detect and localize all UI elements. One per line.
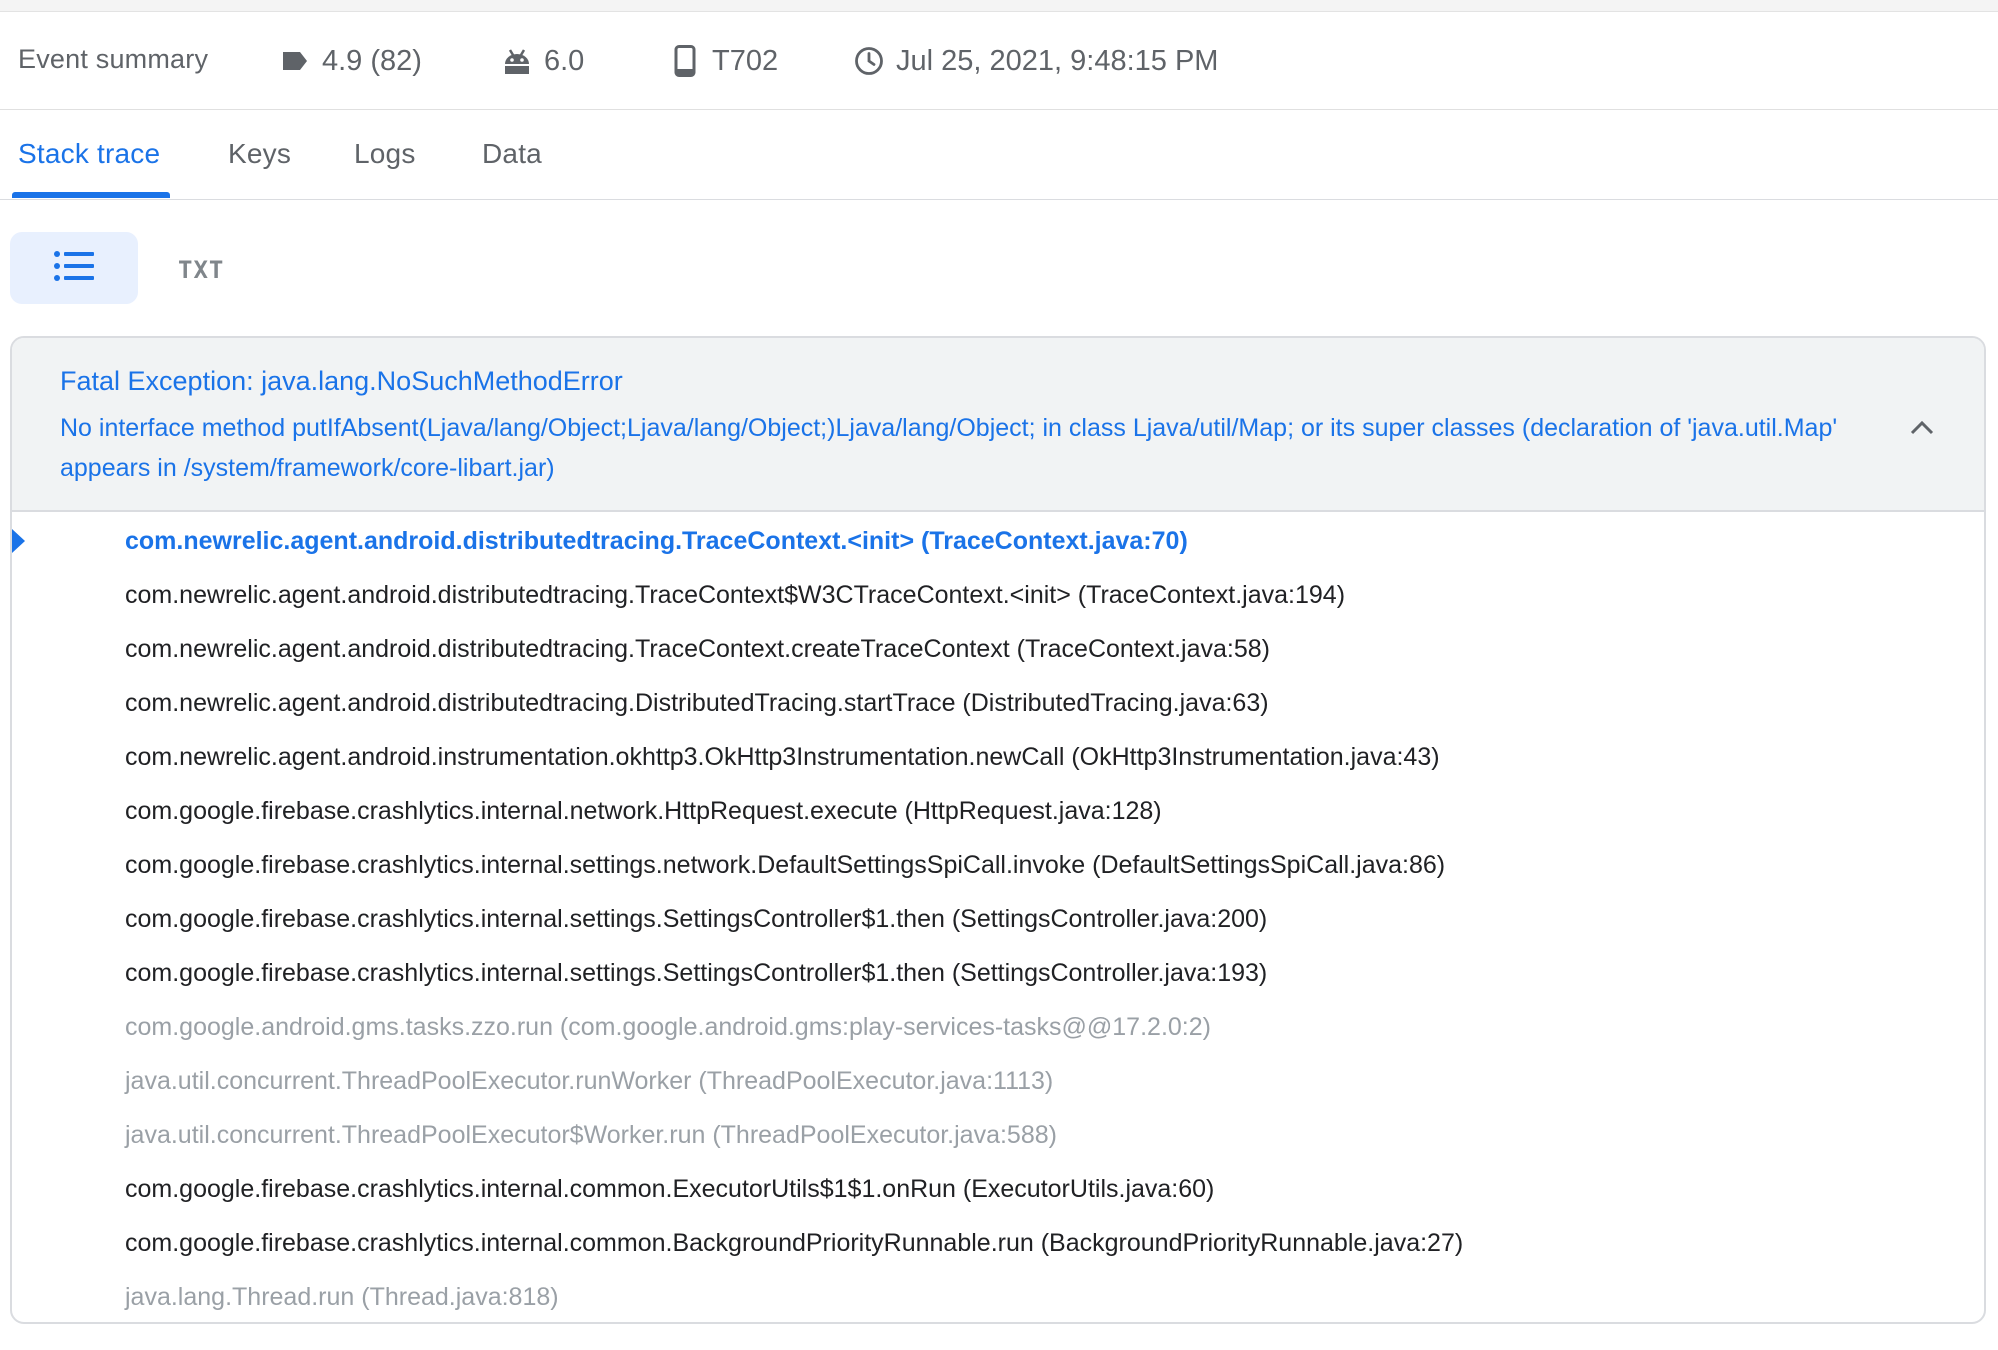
tab-stack-trace[interactable]: Stack trace xyxy=(18,138,160,170)
tab-keys[interactable]: Keys xyxy=(228,138,291,170)
app-version: 4.9 (82) xyxy=(278,44,422,78)
list-view-button[interactable] xyxy=(10,232,138,304)
current-frame-marker-icon xyxy=(12,529,25,553)
exception-title: Fatal Exception: java.lang.NoSuchMethodE… xyxy=(60,366,623,396)
stack-frame-text: com.google.firebase.crashlytics.internal… xyxy=(125,1229,1464,1257)
stack-frame-row[interactable]: com.google.firebase.crashlytics.internal… xyxy=(12,946,1984,1000)
event-summary-title: Event summary xyxy=(18,44,209,74)
stack-frame-text: com.newrelic.agent.android.distributedtr… xyxy=(125,635,1270,663)
exception-message: No interface method putIfAbsent(Ljava/la… xyxy=(60,414,1838,482)
stack-frame-row[interactable]: com.newrelic.agent.android.distributedtr… xyxy=(12,514,1984,568)
event-summary-bar: Event summary 4.9 (82) 6.0 T702 Jul 25, … xyxy=(0,12,1998,110)
exception-header[interactable]: Fatal Exception: java.lang.NoSuchMethodE… xyxy=(12,338,1984,512)
chevron-up-icon[interactable] xyxy=(1902,408,1942,448)
stack-frame-text: com.google.firebase.crashlytics.internal… xyxy=(125,851,1446,879)
stack-frame-row[interactable]: com.newrelic.agent.android.distributedtr… xyxy=(12,676,1984,730)
clock-icon xyxy=(852,44,886,78)
stack-frame-text: java.util.concurrent.ThreadPoolExecutor$… xyxy=(125,1121,1057,1149)
tab-data[interactable]: Data xyxy=(482,138,542,170)
phone-icon xyxy=(668,44,702,78)
stack-frame-text: com.google.firebase.crashlytics.internal… xyxy=(125,959,1268,987)
stack-frame-text: com.newrelic.agent.android.distributedtr… xyxy=(125,581,1346,609)
stack-frame-row[interactable]: com.google.firebase.crashlytics.internal… xyxy=(12,784,1984,838)
stack-frame-row[interactable]: com.google.firebase.crashlytics.internal… xyxy=(12,892,1984,946)
stack-frame-text: java.util.concurrent.ThreadPoolExecutor.… xyxy=(125,1067,1054,1095)
stack-frame-row[interactable]: com.newrelic.agent.android.instrumentati… xyxy=(12,730,1984,784)
top-strip xyxy=(0,0,1998,12)
stack-frame-text: com.google.firebase.crashlytics.internal… xyxy=(125,797,1162,825)
stack-frame-row[interactable]: java.util.concurrent.ThreadPoolExecutor.… xyxy=(12,1054,1984,1108)
stack-frame-row[interactable]: com.newrelic.agent.android.distributedtr… xyxy=(12,622,1984,676)
stack-frame-row[interactable]: com.google.firebase.crashlytics.internal… xyxy=(12,1162,1984,1216)
stack-frame-row[interactable]: java.util.concurrent.ThreadPoolExecutor$… xyxy=(12,1108,1984,1162)
stack-frames-list: com.newrelic.agent.android.distributedtr… xyxy=(12,514,1984,1322)
tab-bar: Stack trace Keys Logs Data xyxy=(0,110,1998,200)
device-model: T702 xyxy=(668,44,778,78)
event-time: Jul 25, 2021, 9:48:15 PM xyxy=(852,44,1218,78)
stack-trace-card: Fatal Exception: java.lang.NoSuchMethodE… xyxy=(10,336,1986,1324)
event-time-value: Jul 25, 2021, 9:48:15 PM xyxy=(896,44,1219,77)
stack-frame-text: com.newrelic.agent.android.distributedtr… xyxy=(125,527,1188,555)
stack-frame-row[interactable]: com.google.android.gms.tasks.zzo.run (co… xyxy=(12,1000,1984,1054)
stack-frame-text: com.google.firebase.crashlytics.internal… xyxy=(125,905,1268,933)
stack-frame-text: com.google.firebase.crashlytics.internal… xyxy=(125,1175,1215,1203)
app-version-value: 4.9 (82) xyxy=(322,44,422,77)
stack-frame-row[interactable]: com.google.firebase.crashlytics.internal… xyxy=(12,838,1984,892)
android-icon xyxy=(500,44,534,78)
stack-frame-text: com.newrelic.agent.android.distributedtr… xyxy=(125,689,1269,717)
stack-frame-text: java.lang.Thread.run (Thread.java:818) xyxy=(125,1283,559,1311)
active-tab-indicator xyxy=(12,192,170,198)
txt-view-button[interactable]: TXT xyxy=(178,256,224,284)
stack-frame-row[interactable]: com.newrelic.agent.android.distributedtr… xyxy=(12,568,1984,622)
os-version: 6.0 xyxy=(500,44,584,78)
label-icon xyxy=(278,44,312,78)
stack-frame-row[interactable]: com.google.firebase.crashlytics.internal… xyxy=(12,1216,1984,1270)
stack-frame-row[interactable]: java.lang.Thread.run (Thread.java:818) xyxy=(12,1270,1984,1322)
device-model-value: T702 xyxy=(712,44,779,77)
stack-frame-text: com.newrelic.agent.android.instrumentati… xyxy=(125,743,1440,771)
os-version-value: 6.0 xyxy=(544,44,585,77)
list-icon xyxy=(53,249,95,288)
stack-frame-text: com.google.android.gms.tasks.zzo.run (co… xyxy=(125,1013,1211,1041)
tab-logs[interactable]: Logs xyxy=(354,138,416,170)
